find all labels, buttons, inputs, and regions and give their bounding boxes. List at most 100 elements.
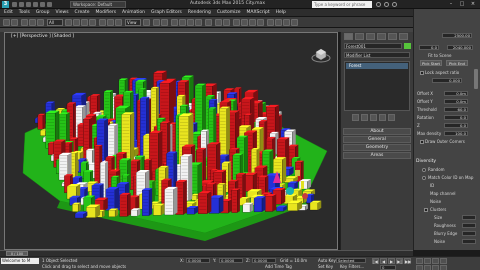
configure-modifier-sets-icon[interactable]	[388, 114, 395, 121]
maximize-viewport-icon[interactable]	[432, 265, 439, 270]
lock-aspect-checkbox[interactable]	[420, 71, 424, 75]
object-name-field[interactable]: Forest001	[344, 43, 402, 49]
object-color-swatch[interactable]	[404, 43, 411, 49]
select-object-icon[interactable]	[65, 19, 72, 26]
current-frame-field[interactable]: 0	[380, 265, 396, 270]
stack-item-forest[interactable]: Forest	[346, 63, 408, 69]
z-coord-field[interactable]: 0.0000	[252, 258, 276, 263]
size-field[interactable]	[462, 215, 476, 220]
pivot-center-icon[interactable]	[143, 19, 150, 26]
new-file-icon[interactable]	[12, 2, 17, 7]
rollout-geometry[interactable]: Geometry	[343, 144, 411, 151]
curve-editor-icon[interactable]	[249, 19, 256, 26]
play-icon[interactable]: ▶	[388, 258, 395, 264]
end-field[interactable]: 2040.000	[447, 45, 473, 50]
menu-tools[interactable]: Tools	[19, 10, 30, 15]
schematic-view-icon[interactable]	[257, 19, 264, 26]
app-logo-icon[interactable]: 3	[2, 1, 9, 8]
hierarchy-tab-icon[interactable]	[366, 33, 375, 40]
pan-icon[interactable]	[416, 258, 423, 264]
menu-create[interactable]: Create	[75, 10, 90, 15]
bind-space-warp-icon[interactable]	[37, 19, 44, 26]
threshold-field[interactable]: 60.0	[444, 107, 468, 112]
create-tab-icon[interactable]	[344, 33, 353, 40]
walk-through-icon[interactable]	[424, 265, 431, 270]
binoculars-icon[interactable]	[376, 2, 381, 7]
spinner-snap-icon[interactable]	[195, 19, 202, 26]
panel-scrollbar[interactable]	[474, 69, 478, 89]
render-setup-icon[interactable]	[275, 19, 282, 26]
modifier-stack[interactable]: Forest	[344, 61, 410, 111]
selection-filter-dropdown[interactable]: All	[47, 19, 63, 26]
rotate-icon[interactable]	[107, 19, 114, 26]
key-mode-dropdown[interactable]: Selected	[336, 258, 366, 263]
angle-snap-icon[interactable]	[179, 19, 186, 26]
make-unique-icon[interactable]	[370, 114, 377, 121]
layer-manager-icon[interactable]	[233, 19, 240, 26]
rectangular-selection-icon[interactable]	[81, 19, 88, 26]
graphite-tools-icon[interactable]	[241, 19, 248, 26]
material-editor-icon[interactable]	[267, 19, 274, 26]
display-tab-icon[interactable]	[388, 33, 397, 40]
minimize-icon[interactable]: –	[446, 1, 456, 8]
link-icon[interactable]	[21, 19, 28, 26]
rendered-frame-window-icon[interactable]	[283, 19, 290, 26]
redo-tool-icon[interactable]	[11, 19, 18, 26]
viewcube-icon[interactable]	[311, 45, 331, 65]
project-folder-icon[interactable]	[47, 2, 52, 7]
menu-edit[interactable]: Edit	[4, 10, 13, 15]
rollout-about[interactable]: About	[343, 128, 411, 135]
clusters-checkbox[interactable]	[424, 208, 428, 212]
roughness-field[interactable]	[462, 223, 476, 228]
menu-maxscript[interactable]: MAXScript	[247, 10, 270, 15]
search-input[interactable]: Type a keyword or phrase	[312, 1, 372, 8]
random-radio[interactable]	[422, 168, 426, 172]
set-key-button[interactable]: Set Key	[318, 264, 333, 269]
menu-animation[interactable]: Animation	[122, 10, 145, 15]
show-end-result-icon[interactable]	[361, 114, 368, 121]
lock-value-field[interactable]: 0.000	[432, 78, 462, 83]
x-coord-field[interactable]: 0.0000	[186, 258, 210, 263]
utilities-tab-icon[interactable]	[399, 33, 408, 40]
offset-x-field[interactable]: 0.0m	[444, 91, 468, 96]
select-by-name-icon[interactable]	[73, 19, 80, 26]
viewport-label[interactable]: [+] [Perspective ] [Shaded ]	[11, 34, 74, 39]
offset-y-field[interactable]: 0.0m	[444, 99, 468, 104]
save-file-icon[interactable]	[26, 2, 31, 7]
align-icon[interactable]	[223, 19, 230, 26]
workspace-dropdown[interactable]: Workspace: Default	[70, 1, 126, 8]
previous-frame-icon[interactable]: ◀	[380, 258, 387, 264]
close-icon[interactable]: ×	[468, 1, 478, 8]
maxscript-listener[interactable]: Welcome to M	[1, 258, 39, 264]
select-manipulate-icon[interactable]	[153, 19, 160, 26]
top-value-field[interactable]: 2500.00	[442, 33, 472, 38]
menu-graph-editors[interactable]: Graph Editors	[151, 10, 182, 15]
rotation-field[interactable]: 0.0	[444, 115, 468, 120]
orbit-icon[interactable]	[432, 258, 439, 264]
edit-named-selection-icon[interactable]	[205, 19, 212, 26]
menu-rendering[interactable]: Rendering	[188, 10, 211, 15]
percent-snap-icon[interactable]	[187, 19, 194, 26]
noise2-field[interactable]	[462, 239, 476, 244]
motion-tab-icon[interactable]	[377, 33, 386, 40]
go-to-start-icon[interactable]: |◀	[372, 258, 379, 264]
key-filters-button[interactable]: Key Filters...	[340, 264, 364, 269]
rollout-areas[interactable]: Areas	[343, 152, 411, 159]
next-frame-icon[interactable]: ▶|	[396, 258, 403, 264]
pin-stack-icon[interactable]	[352, 114, 359, 121]
undo-tool-icon[interactable]	[3, 19, 10, 26]
menu-views[interactable]: Views	[56, 10, 69, 15]
max-density-field[interactable]: 100.0	[444, 131, 468, 136]
match-color-radio[interactable]	[422, 176, 426, 180]
auto-key-button[interactable]: Auto Key	[318, 258, 336, 263]
field-of-view-icon[interactable]	[416, 265, 423, 270]
menu-customize[interactable]: Customize	[217, 10, 241, 15]
modify-tab-icon[interactable]	[355, 33, 364, 40]
star-icon[interactable]	[384, 2, 389, 7]
blurry-edge-field[interactable]	[462, 231, 476, 236]
pick-end-button[interactable]: Pick End	[446, 60, 468, 66]
reference-coordinate-dropdown[interactable]: View	[125, 19, 141, 26]
zoom-extents-icon[interactable]	[440, 258, 447, 264]
go-to-end-icon[interactable]: ▶▶	[404, 258, 411, 264]
add-time-tag[interactable]: Add Time Tag	[265, 264, 292, 269]
